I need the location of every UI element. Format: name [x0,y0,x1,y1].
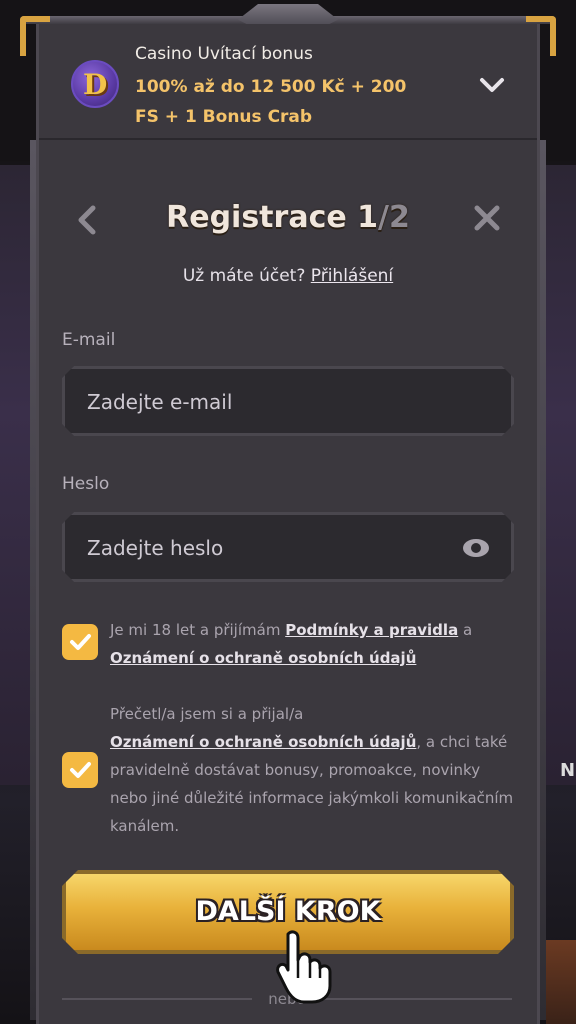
privacy-link-2[interactable]: Oznámení o ochraně osobních údajů [110,733,416,751]
modal-frame-right [540,140,546,1020]
bonus-offer: 100% až do 12 500 Kč + 200 FS + 1 Bonus … [135,77,407,127]
password-field-wrapper [62,512,514,582]
bonus-title: Casino Uvítací bonus [135,44,313,64]
eye-icon[interactable] [463,539,489,557]
title-step: Registrace 1 [166,200,379,235]
page-title: Registrace 1/2 [39,200,537,235]
consent-marketing-checkbox[interactable] [62,752,98,788]
terms-link[interactable]: Podmínky a pravidla [285,621,458,639]
title-separator: / [378,200,389,235]
email-field-wrapper [62,366,514,436]
consent-marketing-text: Přečetl/a jsem si a přijal/a Oznámení o … [110,700,514,840]
divider-right [322,998,512,1000]
title-total: 2 [388,200,410,235]
consent-marketing-row: Přečetl/a jsem si a přijal/a Oznámení o … [62,700,514,840]
checkmark-icon [70,634,91,650]
close-icon[interactable] [469,200,505,236]
email-label: E-mail [62,330,116,350]
consent-terms-prefix: Je mi 18 let a přijímám [110,621,286,639]
welcome-bonus-bar[interactable]: D Casino Uvítací bonus 100% až do 12 500… [39,24,537,140]
background-game-art-left [0,165,30,785]
login-link[interactable]: Přihlášení [311,266,393,286]
background-game-thumbnail [546,940,576,1024]
modal-frame-left [30,140,36,1020]
chevron-down-icon[interactable] [477,70,507,100]
consent-terms-row: Je mi 18 let a přijímám Podmínky a pravi… [62,614,514,674]
consent-marketing-prefix: Přečetl/a jsem si a přijal/a [110,705,304,723]
password-label: Heslo [62,474,110,494]
consent-terms-text: Je mi 18 let a přijímám Podmínky a pravi… [110,616,514,672]
background-game-art-right [546,165,576,785]
hand-pointer-icon [270,926,350,1006]
login-question: Už máte účet? [182,266,311,286]
modal-header: Registrace 1/2 [39,190,537,250]
password-field[interactable] [87,533,447,563]
consent-terms-checkbox[interactable] [62,624,98,660]
divider-left [62,998,252,1000]
login-prompt: Už máte účet? Přihlášení [39,266,537,286]
email-field[interactable] [87,387,447,417]
privacy-link[interactable]: Oznámení o ochraně osobních údajů [110,649,416,667]
casino-logo-letter: D [83,68,108,101]
background-right-text: N [560,760,576,781]
checkmark-icon [70,762,91,778]
casino-logo-icon: D [71,60,119,108]
consent-terms-and: a [458,621,473,639]
next-step-label: DALŠÍ KROK [195,896,381,927]
